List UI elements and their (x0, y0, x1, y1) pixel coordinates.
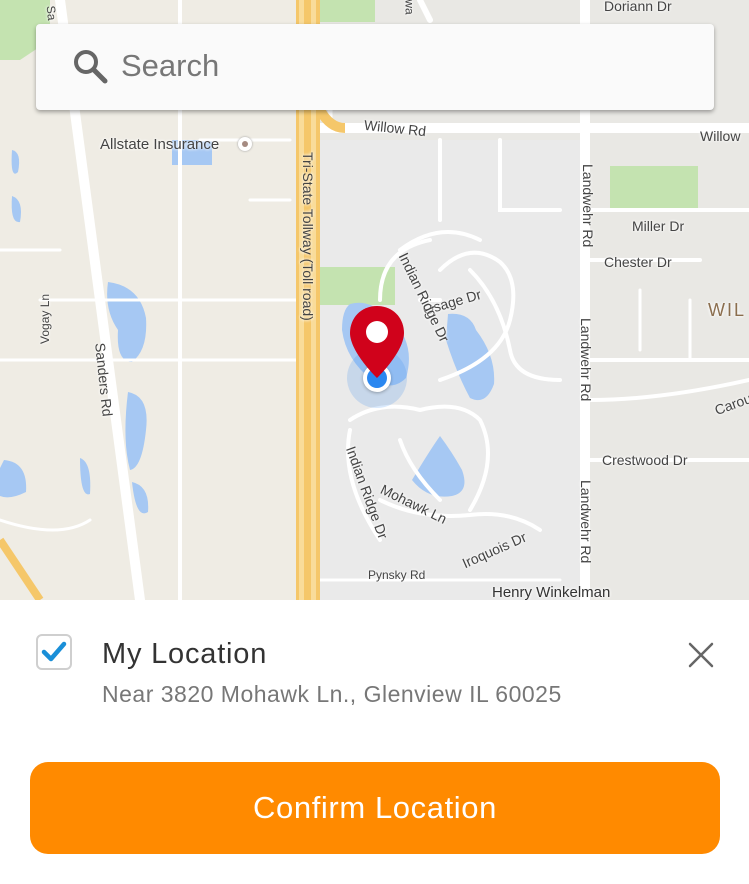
map-label-miller: Miller Dr (632, 218, 685, 234)
map-label-wil: WIL (708, 300, 747, 320)
location-checkbox[interactable] (36, 634, 72, 670)
map-label-vogay: Vogay Ln (38, 293, 52, 344)
map-label-s-top: Sa (43, 4, 60, 22)
map-label-allstate: Allstate Insurance (100, 136, 220, 153)
map-label-landwehr-bottom: Landwehr Rd (578, 480, 594, 564)
map-label-crestwood: Crestwood Dr (602, 452, 688, 468)
map-pin-icon[interactable] (348, 304, 406, 382)
checkmark-icon (41, 641, 67, 662)
map-label-pynsky: Pynsky Rd (368, 568, 426, 582)
map-label-doriann: Doriann Dr (604, 0, 672, 14)
map-label-landwehr-top: Landwehr Rd (580, 164, 596, 248)
allstate-poi-icon[interactable] (238, 137, 252, 151)
location-title: My Location (102, 638, 268, 670)
confirm-location-button[interactable]: Confirm Location (30, 762, 720, 854)
map-label-chester: Chester Dr (604, 254, 672, 270)
close-icon[interactable] (684, 638, 718, 672)
location-address: Near 3820 Mohawk Ln., Glenview IL 60025 (102, 681, 562, 707)
map-label-landwehr-mid: Landwehr Rd (578, 318, 594, 402)
map-label-way-top: wa (402, 0, 417, 15)
map-label-henry: Henry Winkelman (492, 584, 611, 600)
map-label-tollway: Tri-State Tollway (Toll road) (300, 152, 316, 321)
search-input[interactable]: Search (121, 46, 219, 86)
search-icon (74, 50, 108, 84)
map-label-willow-right: Willow (700, 128, 741, 144)
